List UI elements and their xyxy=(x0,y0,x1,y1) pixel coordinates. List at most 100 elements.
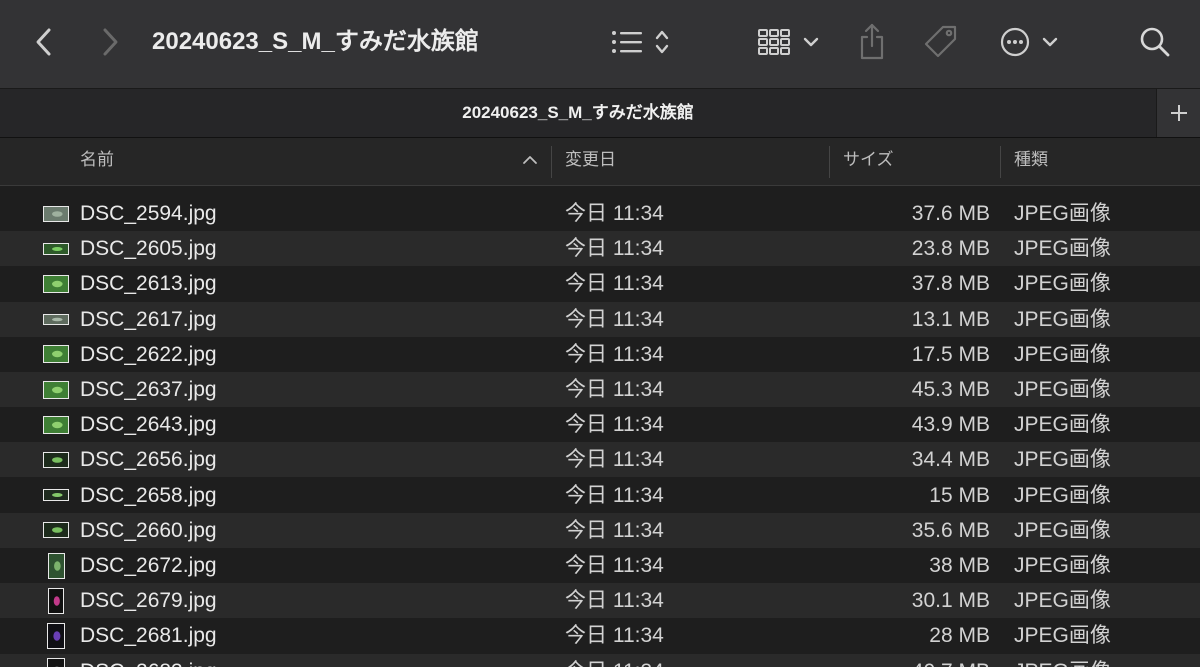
more-actions-button[interactable] xyxy=(996,22,1064,62)
image-thumbnail-icon xyxy=(43,313,69,325)
file-date-modified: 今日 11:34 xyxy=(565,654,664,667)
plus-icon xyxy=(1170,105,1187,121)
file-size: 40.7 MB xyxy=(912,654,990,667)
ellipsis-circle-icon xyxy=(1000,27,1058,57)
file-name: DSC_2672.jpg xyxy=(80,554,217,577)
file-date-modified: 今日 11:34 xyxy=(565,448,664,472)
column-name[interactable]: 名前 xyxy=(80,138,540,186)
file-size: 23.8 MB xyxy=(911,237,990,261)
file-date-modified: 今日 11:34 xyxy=(565,272,664,296)
tab-bar: 20240623_S_M_すみだ水族館 xyxy=(0,88,1200,138)
file-name: DSC_2660.jpg xyxy=(80,518,217,542)
grid-group-icon xyxy=(758,29,819,55)
file-row[interactable]: DSC_2681.jpg 今日 11:34 28 MB JPEG画像 xyxy=(0,618,1200,653)
file-name: DSC_2679.jpg xyxy=(80,589,217,613)
image-thumbnail-icon xyxy=(43,380,69,399)
file-row[interactable]: DSC_2660.jpg 今日 11:34 35.6 MB JPEG画像 xyxy=(0,512,1200,548)
file-row[interactable]: DSC_2617.jpg 今日 11:34 13.1 MB JPEG画像 xyxy=(0,301,1200,337)
search-button[interactable] xyxy=(1134,22,1176,62)
magnifier-icon xyxy=(1140,27,1170,57)
image-thumbnail-icon xyxy=(47,658,65,667)
window-title: 20240623_S_M_すみだ水族館 xyxy=(152,28,479,55)
file-date-modified: 今日 11:34 xyxy=(565,378,664,401)
file-date-modified: 今日 11:34 xyxy=(565,624,664,648)
file-row[interactable]: DSC_2622.jpg 今日 11:34 17.5 MB JPEG画像 xyxy=(0,337,1200,372)
file-date-modified: 今日 11:34 xyxy=(565,518,664,542)
file-size: 13.1 MB xyxy=(911,307,990,331)
file-size: 28 MB xyxy=(929,624,990,648)
file-kind: JPEG画像 xyxy=(1014,413,1111,437)
file-row[interactable]: DSC_2656.jpg 今日 11:34 34.4 MB JPEG画像 xyxy=(0,442,1200,478)
file-date-modified: 今日 11:34 xyxy=(565,589,664,613)
file-date-modified: 今日 11:34 xyxy=(565,342,664,366)
file-size: 37.6 MB xyxy=(911,202,990,225)
file-kind: JPEG画像 xyxy=(1014,272,1111,296)
file-kind: JPEG画像 xyxy=(1014,202,1111,225)
file-size: 35.6 MB xyxy=(911,518,990,542)
file-row[interactable]: DSC_2605.jpg 今日 11:34 23.8 MB JPEG画像 xyxy=(0,231,1200,267)
file-date-modified: 今日 11:34 xyxy=(565,202,664,225)
file-size: 38 MB xyxy=(929,554,990,577)
image-thumbnail-icon xyxy=(43,415,69,434)
file-kind: JPEG画像 xyxy=(1014,554,1111,577)
image-thumbnail-icon xyxy=(48,587,64,614)
file-name: DSC_2656.jpg xyxy=(80,448,217,472)
tag-button[interactable] xyxy=(918,20,964,64)
group-button[interactable] xyxy=(752,22,824,62)
file-row[interactable]: DSC_2683.jpg 今日 11:34 40.7 MB JPEG画像 xyxy=(0,653,1200,667)
tag-icon xyxy=(924,25,957,58)
file-row[interactable]: DSC_2613.jpg 今日 11:34 37.8 MB JPEG画像 xyxy=(0,266,1200,301)
toolbar: 20240623_S_M_すみだ水族館 xyxy=(0,0,1200,88)
file-date-modified: 今日 11:34 xyxy=(565,554,664,577)
file-row[interactable]: DSC_2643.jpg 今日 11:34 43.9 MB JPEG画像 xyxy=(0,407,1200,442)
file-name: DSC_2681.jpg xyxy=(80,624,217,648)
file-name: DSC_2594.jpg xyxy=(80,202,217,225)
file-kind: JPEG画像 xyxy=(1014,378,1111,401)
file-size: 15 MB xyxy=(929,483,990,507)
sort-ascending-icon[interactable] xyxy=(522,152,538,168)
file-kind: JPEG画像 xyxy=(1014,237,1111,261)
file-row[interactable]: DSC_2679.jpg 今日 11:34 30.1 MB JPEG画像 xyxy=(0,583,1200,619)
image-thumbnail-icon xyxy=(47,622,65,649)
file-name: DSC_2613.jpg xyxy=(80,272,217,296)
image-thumbnail-icon xyxy=(43,451,69,468)
file-list: DSC_2594.jpg 今日 11:34 37.6 MB JPEG画像 DSC_260… xyxy=(0,186,1200,667)
column-date-modified[interactable]: 変更日 xyxy=(565,138,616,186)
view-options-button[interactable] xyxy=(606,22,676,62)
file-kind: JPEG画像 xyxy=(1014,654,1111,667)
file-name: DSC_2683.jpg xyxy=(80,654,217,667)
column-kind[interactable]: 種類 xyxy=(1014,138,1048,186)
back-button[interactable] xyxy=(26,22,62,62)
file-date-modified: 今日 11:34 xyxy=(565,237,664,261)
image-thumbnail-icon xyxy=(43,205,69,222)
file-size: 45.3 MB xyxy=(911,378,990,401)
file-row[interactable]: DSC_2658.jpg 今日 11:34 15 MB JPEG画像 xyxy=(0,478,1200,513)
column-divider[interactable] xyxy=(1000,146,1001,178)
file-name: DSC_2658.jpg xyxy=(80,483,217,507)
file-size: 34.4 MB xyxy=(911,448,990,472)
image-thumbnail-icon xyxy=(43,489,69,502)
column-divider[interactable] xyxy=(551,146,552,178)
file-kind: JPEG画像 xyxy=(1014,483,1111,507)
column-divider[interactable] xyxy=(829,146,830,178)
file-date-modified: 今日 11:34 xyxy=(565,307,664,331)
file-kind: JPEG画像 xyxy=(1014,518,1111,542)
file-row[interactable]: DSC_2594.jpg 今日 11:34 37.6 MB JPEG画像 xyxy=(0,196,1200,231)
column-size[interactable]: サイズ xyxy=(843,138,894,186)
forward-button[interactable] xyxy=(92,22,128,62)
share-button[interactable] xyxy=(852,18,892,64)
file-size: 17.5 MB xyxy=(911,342,990,366)
file-row[interactable]: DSC_2672.jpg 今日 11:34 38 MB JPEG画像 xyxy=(0,548,1200,583)
file-name: DSC_2622.jpg xyxy=(80,342,217,366)
image-thumbnail-icon xyxy=(43,345,69,364)
file-size: 30.1 MB xyxy=(911,589,990,613)
new-tab-button[interactable] xyxy=(1156,89,1200,137)
file-kind: JPEG画像 xyxy=(1014,589,1111,613)
tab-folder[interactable]: 20240623_S_M_すみだ水族館 xyxy=(0,89,1156,137)
file-row[interactable]: DSC_2637.jpg 今日 11:34 45.3 MB JPEG画像 xyxy=(0,372,1200,407)
image-thumbnail-icon xyxy=(43,522,69,539)
image-thumbnail-icon xyxy=(43,242,69,255)
list-view-icon xyxy=(612,30,669,54)
column-header: 名前 変更日 サイズ 種類 xyxy=(0,138,1200,186)
file-date-modified: 今日 11:34 xyxy=(565,483,664,507)
